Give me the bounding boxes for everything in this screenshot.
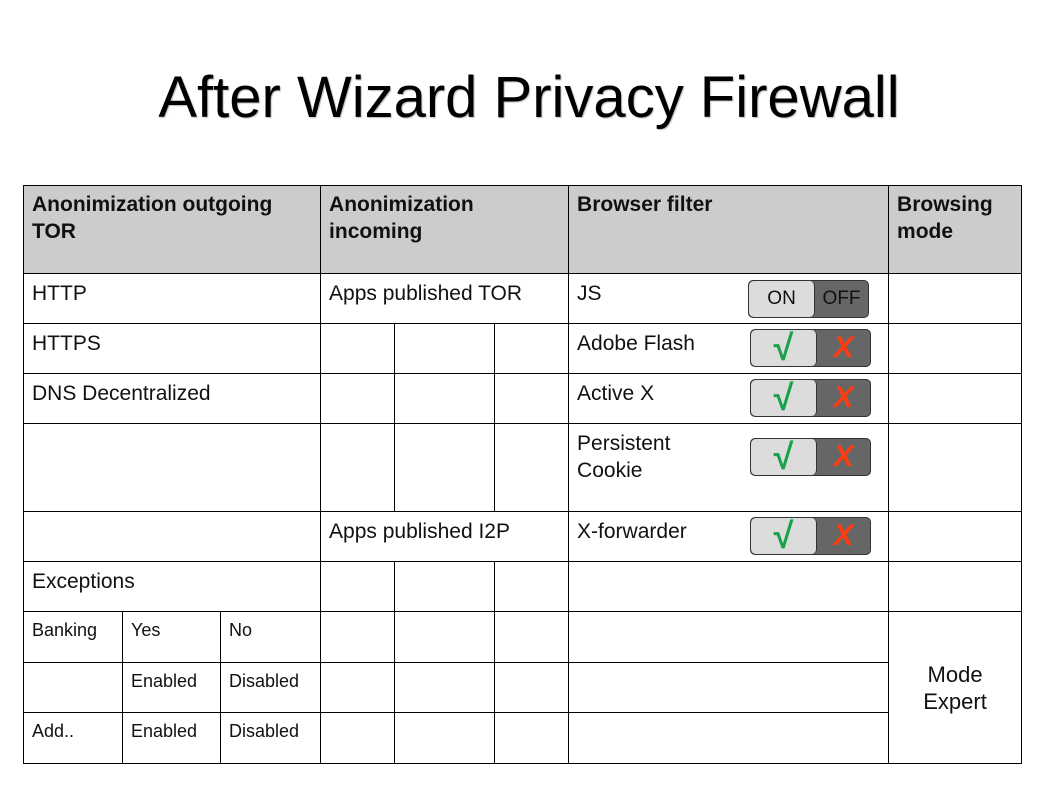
exception-off[interactable]: No bbox=[219, 611, 322, 663]
filter-activex-row: Active X √ X bbox=[568, 373, 890, 424]
toggle-on[interactable]: √ bbox=[751, 379, 818, 417]
header-browser-filter: Browser filter bbox=[568, 185, 890, 274]
empty-cell bbox=[320, 611, 396, 663]
exception-on[interactable]: Enabled bbox=[122, 662, 221, 713]
js-toggle[interactable]: ON OFF bbox=[748, 280, 870, 318]
empty-cell bbox=[320, 373, 396, 424]
header-incoming: Anonimization incoming bbox=[320, 185, 570, 274]
empty-cell bbox=[494, 561, 570, 612]
empty-cell bbox=[394, 561, 496, 612]
check-icon: √ bbox=[773, 379, 794, 417]
cross-icon: X bbox=[833, 440, 854, 473]
empty-cell bbox=[494, 611, 570, 663]
mode-cell bbox=[888, 323, 1023, 374]
empty-cell bbox=[568, 561, 890, 612]
flash-toggle[interactable]: √ X bbox=[750, 329, 872, 367]
empty-cell bbox=[494, 712, 570, 764]
cross-icon: X bbox=[833, 331, 854, 364]
exceptions-label: Exceptions bbox=[22, 561, 322, 612]
exception-off[interactable]: Disabled bbox=[219, 662, 322, 713]
empty-cell bbox=[320, 423, 396, 512]
exception-on[interactable]: Enabled bbox=[122, 712, 221, 764]
empty-cell bbox=[568, 662, 890, 713]
outgoing-dns: DNS Decentralized bbox=[22, 373, 322, 424]
empty-cell bbox=[394, 712, 496, 764]
toggle-off[interactable]: X bbox=[817, 518, 870, 554]
filter-label: Active X bbox=[577, 382, 655, 405]
firewall-table: Anonimization outgoing TOR Anonimization… bbox=[22, 185, 1023, 764]
empty-cell bbox=[394, 323, 496, 374]
exception-name: Banking bbox=[23, 611, 123, 663]
toggle-on[interactable]: √ bbox=[751, 329, 818, 367]
empty-cell bbox=[394, 662, 496, 713]
cross-icon: X bbox=[833, 519, 854, 552]
exception-off[interactable]: Disabled bbox=[219, 712, 322, 764]
filter-flash-row: Adobe Flash √ X bbox=[568, 323, 890, 374]
filter-js-row: JS ON OFF bbox=[568, 273, 890, 324]
empty-cell bbox=[394, 373, 496, 424]
browsing-mode-value[interactable]: Mode Expert bbox=[888, 611, 1023, 764]
check-icon: √ bbox=[773, 438, 794, 476]
check-icon: √ bbox=[773, 329, 794, 367]
toggle-on[interactable]: √ bbox=[751, 517, 818, 555]
outgoing-http: HTTP bbox=[22, 273, 322, 324]
outgoing-https: HTTPS bbox=[22, 323, 322, 374]
mode-cell bbox=[888, 373, 1023, 424]
empty-cell bbox=[568, 712, 890, 764]
empty-cell bbox=[494, 323, 570, 374]
incoming-i2p: Apps published I2P bbox=[320, 511, 570, 562]
empty-cell bbox=[394, 423, 496, 512]
empty-cell bbox=[494, 373, 570, 424]
mode-cell bbox=[888, 561, 1023, 612]
filter-label: X-forwarder bbox=[577, 520, 687, 543]
filter-cookie-row: Persistent Cookie √ X bbox=[568, 423, 890, 512]
mode-cell bbox=[888, 423, 1023, 512]
empty-cell bbox=[494, 662, 570, 713]
filter-label: Persistent Cookie bbox=[577, 432, 671, 482]
toggle-off[interactable]: X bbox=[817, 330, 870, 366]
toggle-off[interactable]: X bbox=[817, 439, 870, 475]
filter-xforwarder-row: X-forwarder √ X bbox=[568, 511, 890, 562]
empty-cell bbox=[394, 611, 496, 663]
filter-label: JS bbox=[577, 282, 602, 305]
cross-icon: X bbox=[833, 381, 854, 414]
activex-toggle[interactable]: √ X bbox=[750, 379, 872, 417]
page-title: After Wizard Privacy Firewall bbox=[158, 65, 900, 130]
empty-cell bbox=[494, 423, 570, 512]
empty-cell bbox=[320, 662, 396, 713]
xforwarder-toggle[interactable]: √ X bbox=[750, 517, 872, 555]
check-icon: √ bbox=[773, 517, 794, 555]
toggle-off[interactable]: OFF bbox=[815, 281, 868, 317]
filter-label: Adobe Flash bbox=[577, 332, 695, 355]
mode-cell bbox=[888, 511, 1023, 562]
cookie-toggle[interactable]: √ X bbox=[750, 438, 872, 476]
empty-cell bbox=[22, 423, 322, 512]
incoming-tor: Apps published TOR bbox=[320, 273, 570, 324]
empty-cell bbox=[320, 323, 396, 374]
exception-add[interactable]: Add.. bbox=[23, 712, 123, 764]
empty-cell bbox=[320, 712, 396, 764]
exception-name bbox=[23, 662, 123, 713]
toggle-off[interactable]: X bbox=[817, 380, 870, 416]
header-outgoing: Anonimization outgoing TOR bbox=[22, 185, 322, 274]
empty-cell bbox=[22, 511, 322, 562]
exception-on[interactable]: Yes bbox=[122, 611, 221, 663]
empty-cell bbox=[320, 561, 396, 612]
empty-cell bbox=[568, 611, 890, 663]
toggle-on[interactable]: √ bbox=[751, 438, 818, 476]
toggle-on[interactable]: ON bbox=[749, 281, 816, 317]
mode-cell bbox=[888, 273, 1023, 324]
header-browsing-mode: Browsing mode bbox=[888, 185, 1023, 274]
